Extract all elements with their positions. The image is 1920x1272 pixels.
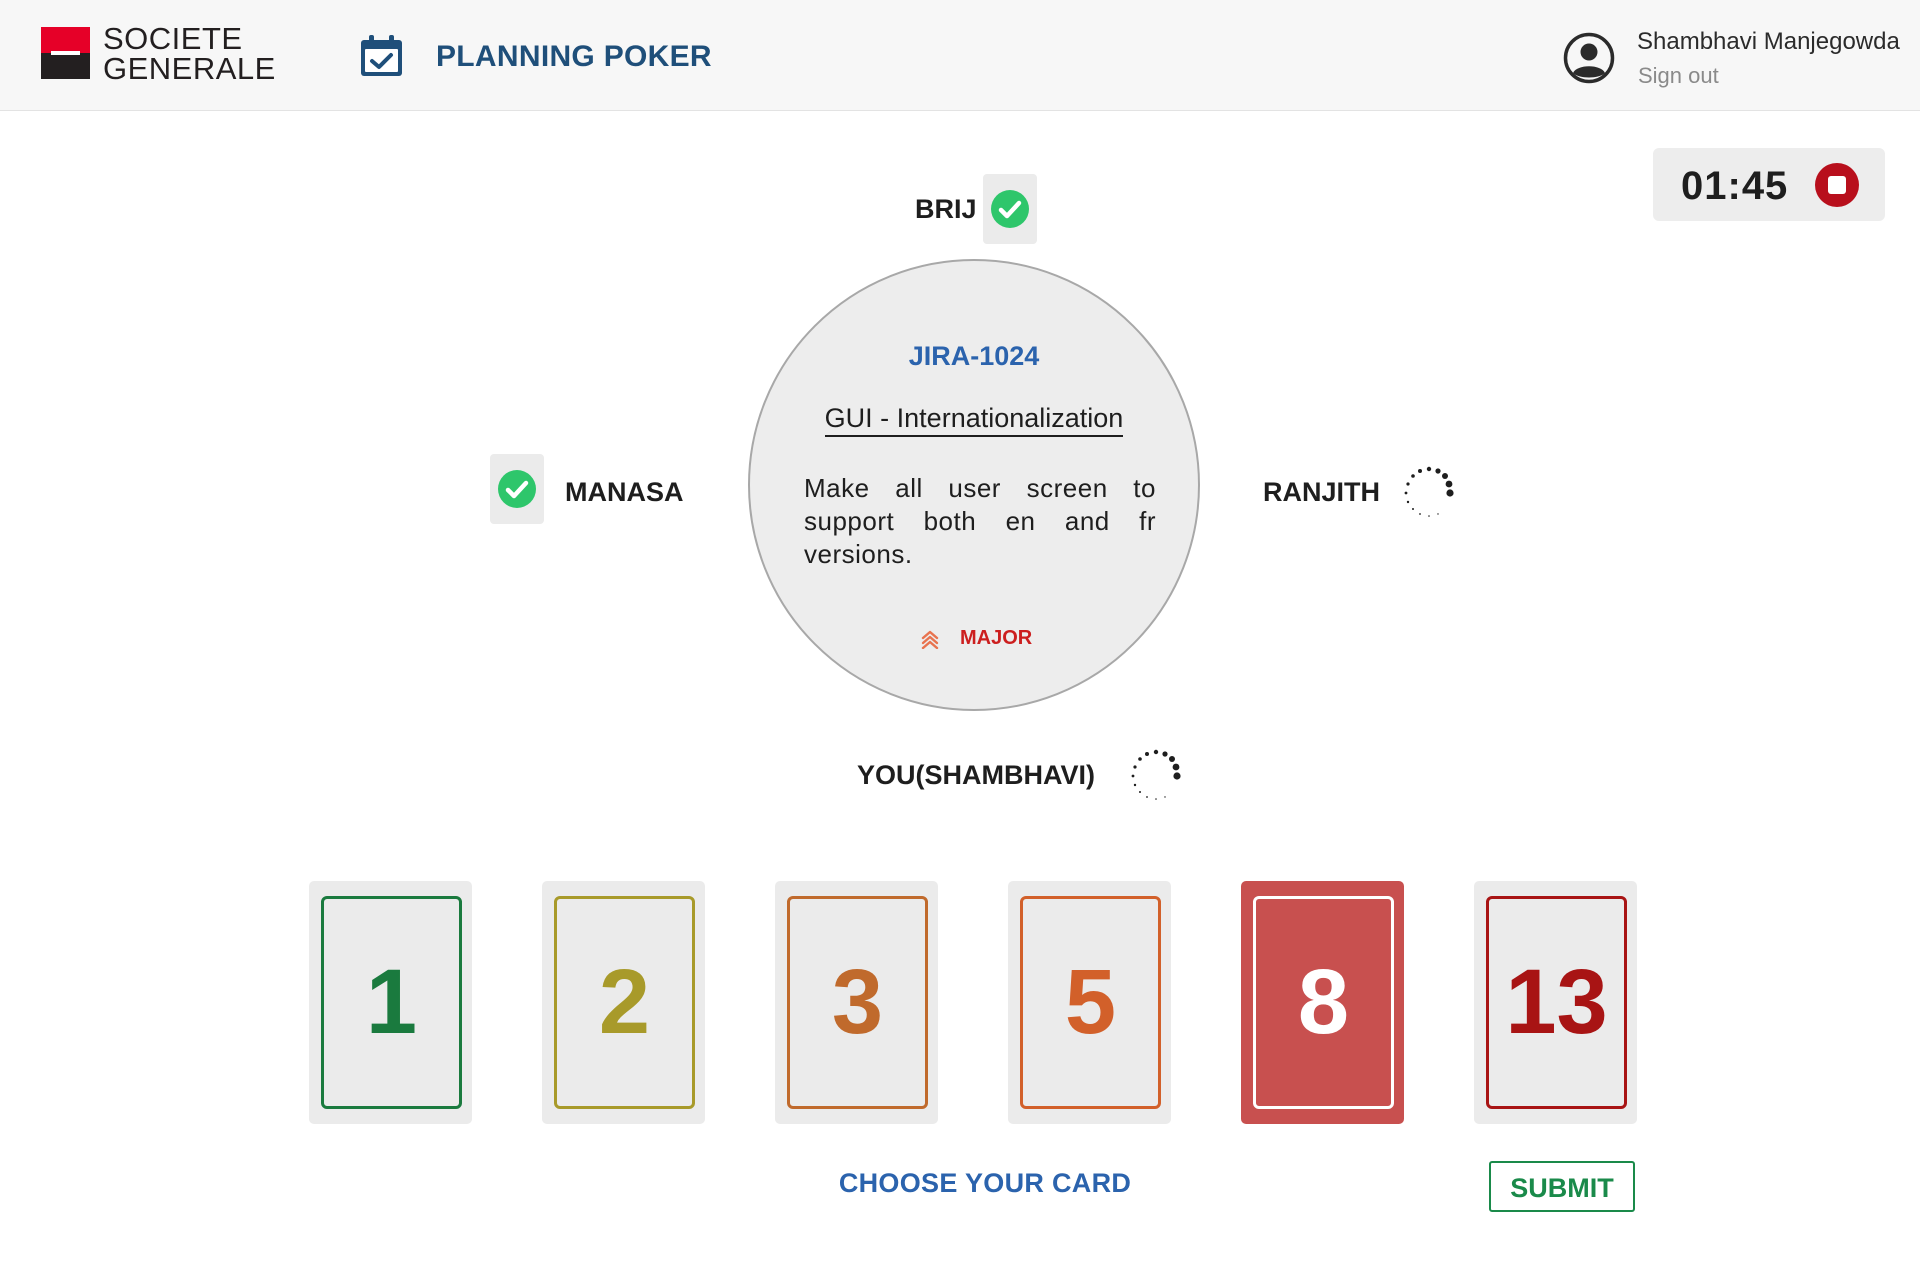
estimate-card[interactable]: 3 [775,881,938,1124]
card-value: 2 [598,951,651,1053]
calendar-check-icon [361,35,402,76]
ticket-card: JIRA-1024 GUI - Internationalization Mak… [748,259,1200,711]
estimate-card[interactable]: 1 [309,881,472,1124]
double-chevron-up-icon [921,630,939,649]
check-circle-icon [498,470,536,508]
ticket-id[interactable]: JIRA-1024 [750,341,1198,372]
app-header: SOCIETE GENERALE PLANNING POKER Shambhav… [0,0,1920,111]
ticket-priority: MAJOR [960,627,1033,649]
estimate-card[interactable]: 5 [1008,881,1171,1124]
card-value: 8 [1297,951,1350,1053]
timer-value: 01:45 [1681,164,1789,208]
loading-spinner-icon [1131,749,1181,800]
submit-button[interactable]: SUBMIT [1489,1161,1635,1212]
card-value: 13 [1505,951,1608,1053]
card-value: 1 [365,951,418,1053]
player-name-ranjith: RANJITH [1263,477,1381,507]
card-value: 5 [1064,951,1117,1053]
estimate-card[interactable]: 2 [542,881,705,1124]
player-name-brij: BRIJ [915,194,977,224]
sign-out-link[interactable]: Sign out [1638,63,1719,89]
user-circle-icon[interactable] [1563,32,1615,84]
player-status-manasa [490,454,544,524]
ticket-description: Make all user screen to support both en … [804,473,1156,569]
estimate-card[interactable]: 8 [1241,881,1404,1124]
logo-line-2: GENERALE [103,51,276,86]
player-name-you: YOU(SHAMBHAVI) [857,760,1095,790]
stop-icon[interactable] [1814,162,1860,208]
countdown-timer: 01:45 [1653,148,1885,221]
company-logo-text: SOCIETE GENERALE [103,21,276,86]
player-name-manasa: MANASA [565,477,684,507]
logo-line-1: SOCIETE [103,21,243,56]
check-circle-icon [991,190,1029,228]
card-face: 2 [554,896,695,1109]
societe-generale-logo-mark [41,27,90,79]
player-status-brij [983,174,1037,244]
card-value: 3 [831,951,884,1053]
card-face: 5 [1020,896,1161,1109]
loading-spinner-icon [1404,466,1454,517]
user-name: Shambhavi Manjegowda [1637,28,1900,55]
choose-card-label: CHOOSE YOUR CARD [838,1168,1132,1198]
estimate-card[interactable]: 13 [1474,881,1637,1124]
card-face: 13 [1486,896,1627,1109]
app-title: PLANNING POKER [436,40,712,73]
card-face: 3 [787,896,928,1109]
ticket-title-text: GUI - Internationalization [824,403,1124,437]
card-face: 1 [321,896,462,1109]
ticket-title: GUI - Internationalization [750,403,1198,437]
card-face: 8 [1253,896,1394,1109]
